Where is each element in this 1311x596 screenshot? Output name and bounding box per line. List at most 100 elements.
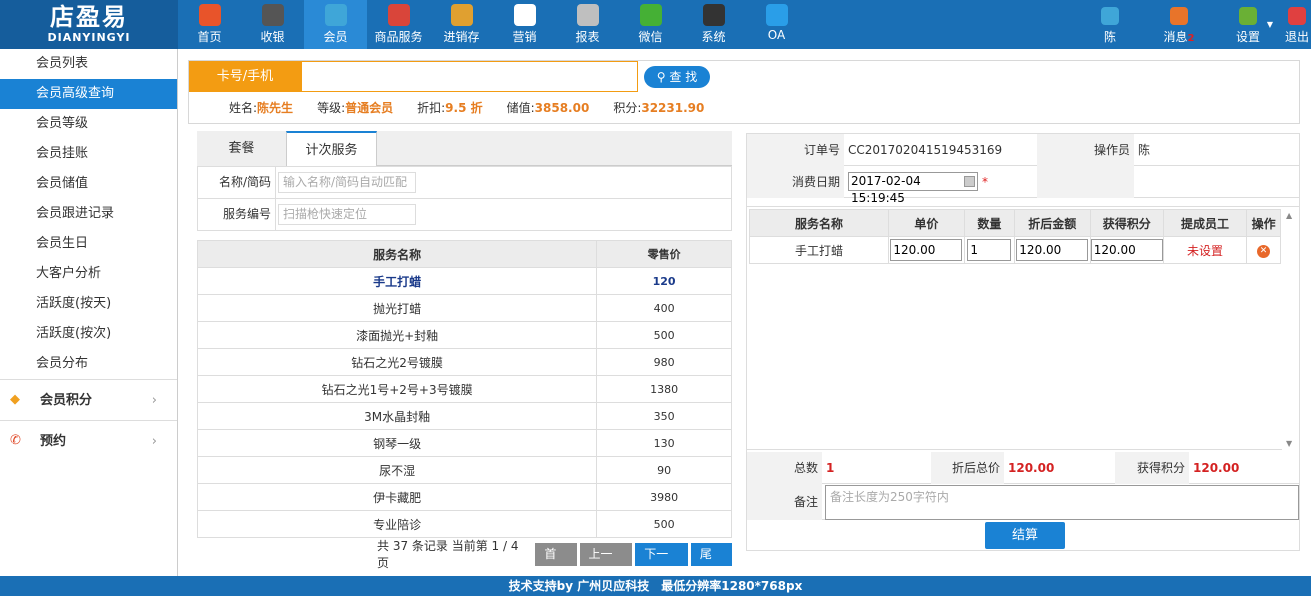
next-page-button[interactable]: 下一页 bbox=[635, 542, 688, 584]
sidebar: 会员列表 会员高级查询 会员等级 会员挂账 会员储值 会员跟进记录 会员生日 大客户分析 活跃度… bbox=[0, 49, 178, 576]
sidebar-item[interactable]: 活跃度(按次) bbox=[0, 319, 177, 349]
sidebar-item[interactable]: 会员等级 bbox=[0, 109, 177, 139]
staff-select[interactable]: 未设置 bbox=[1187, 244, 1223, 258]
logo[interactable]: 店盈易 DIANYINGYI bbox=[0, 0, 178, 49]
nav-item-inventory[interactable]: 进销存 bbox=[430, 0, 493, 49]
nav-item-goods[interactable]: 商品服务 bbox=[367, 0, 430, 49]
column-header: 数量 bbox=[963, 209, 1015, 237]
quantity-input[interactable]: 1 bbox=[967, 239, 1012, 261]
code-filter-input[interactable]: 扫描枪快速定位 bbox=[278, 204, 416, 225]
column-header: 零售价 bbox=[596, 240, 732, 268]
service-price-cell: 1380 bbox=[596, 375, 732, 403]
scroll-down-icon[interactable]: ▼ bbox=[1286, 439, 1292, 448]
sidebar-item[interactable]: 会员储值 bbox=[0, 169, 177, 199]
order-totals: 总数 1 折后总价 120.00 获得积分 120.00 bbox=[747, 452, 1299, 484]
after-total-label: 折后总价 bbox=[931, 452, 1004, 484]
checkout-button[interactable]: 结算 bbox=[985, 522, 1065, 549]
nav-item-member[interactable]: 会员 bbox=[304, 0, 367, 49]
user-menu[interactable]: 陈 bbox=[1099, 0, 1121, 49]
sidebar-group-label: 会员积分 bbox=[40, 393, 93, 408]
chevron-right-icon: › bbox=[151, 434, 157, 449]
service-price-cell: 3980 bbox=[596, 483, 732, 511]
last-page-button[interactable]: 尾页 bbox=[690, 542, 733, 584]
service-name-cell: 钻石之光2号镀膜 bbox=[196, 348, 598, 376]
scrollbar[interactable]: ▲ ▼ bbox=[1282, 207, 1299, 451]
date-input[interactable]: 2017-02-04 15:19:45 bbox=[848, 172, 978, 205]
pager-summary: 共 37 条记录 当前第 1 / 4 页 bbox=[377, 539, 519, 570]
column-header: 服务名称 bbox=[749, 209, 889, 237]
nav-item-home[interactable]: 首页 bbox=[178, 0, 241, 49]
search-button-label: 查 找 bbox=[669, 70, 698, 84]
card-number-input[interactable] bbox=[301, 61, 638, 92]
operator-label: 操作员 bbox=[1037, 134, 1134, 166]
table-row[interactable]: 专业陪诊 500 bbox=[196, 510, 732, 538]
calendar-icon[interactable] bbox=[964, 176, 975, 187]
nav-item-marketing[interactable]: 营销 bbox=[493, 0, 556, 49]
scroll-up-icon[interactable]: ▲ bbox=[1286, 211, 1292, 220]
sidebar-group-appointment[interactable]: ✆ 预约 › bbox=[0, 420, 177, 461]
prev-page-button[interactable]: 上一页 bbox=[579, 542, 633, 584]
column-header: 提成员工 bbox=[1162, 209, 1248, 237]
service-filter: 名称/简码 输入名称/简码自动匹配 服务编号 扫描枪快速定位 bbox=[197, 166, 732, 231]
remark-input[interactable]: 备注长度为250字符内 bbox=[825, 485, 1299, 520]
sidebar-item[interactable]: 活跃度(按天) bbox=[0, 289, 177, 319]
member-balance: 储值:3858.00 bbox=[506, 101, 590, 115]
report-icon bbox=[576, 4, 599, 26]
sidebar-item[interactable]: 会员跟进记录 bbox=[0, 199, 177, 229]
sidebar-item[interactable]: 会员列表 bbox=[0, 49, 177, 79]
table-row[interactable]: 尿不湿 90 bbox=[196, 456, 732, 484]
nav-item-report[interactable]: 报表 bbox=[556, 0, 619, 49]
nav-item-oa[interactable]: OA bbox=[745, 0, 808, 49]
table-row[interactable]: 伊卡藏肥 3980 bbox=[196, 483, 732, 511]
delete-icon[interactable]: ✕ bbox=[1257, 245, 1271, 258]
amount-input[interactable]: 120.00 bbox=[1016, 239, 1089, 261]
nav-item-wechat[interactable]: 微信 bbox=[619, 0, 682, 49]
service-table: 服务名称 零售价 手工打蜡 120 抛光打蜡 400 漆面抛光+封釉 500 钻石之光2号镀… bbox=[196, 240, 732, 538]
messages-button[interactable]: 消息2 bbox=[1161, 0, 1197, 49]
messages-label: 消息 bbox=[1163, 30, 1188, 44]
sidebar-item[interactable]: 会员生日 bbox=[0, 229, 177, 259]
sidebar-item[interactable]: 会员挂账 bbox=[0, 139, 177, 169]
sidebar-item[interactable]: 会员分布 bbox=[0, 349, 177, 379]
table-row[interactable]: 钻石之光2号镀膜 980 bbox=[196, 348, 732, 376]
table-row[interactable]: 漆面抛光+封釉 500 bbox=[196, 321, 732, 349]
service-name-cell: 3M水晶封釉 bbox=[196, 402, 598, 430]
service-name-cell: 漆面抛光+封釉 bbox=[196, 321, 598, 349]
member-info: 姓名:陈先生 等级:普通会员 折扣:9.5 折 储值:3858.00 积分:32… bbox=[229, 99, 704, 117]
user-name: 陈 bbox=[1103, 30, 1116, 44]
price-input[interactable]: 120.00 bbox=[890, 239, 963, 261]
name-filter-input[interactable]: 输入名称/简码自动匹配 bbox=[278, 172, 416, 193]
table-row[interactable]: 3M水晶封釉 350 bbox=[196, 402, 732, 430]
service-price-cell: 130 bbox=[596, 429, 732, 457]
item-points-cell: 120.00 bbox=[1089, 236, 1164, 264]
table-row[interactable]: 手工打蜡 120 bbox=[196, 267, 732, 295]
nav-item-cash-register[interactable]: 收银 bbox=[241, 0, 304, 49]
service-price-cell: 500 bbox=[596, 510, 732, 538]
points-input[interactable]: 120.00 bbox=[1090, 239, 1163, 261]
nav-item-label: 商品服务 bbox=[374, 30, 423, 44]
nav-item-label: OA bbox=[767, 28, 786, 42]
item-price-cell: 120.00 bbox=[887, 236, 965, 264]
logo-subtext: DIANYINGYI bbox=[47, 31, 131, 44]
settings-button[interactable]: 设置 ▼ bbox=[1231, 0, 1273, 49]
sidebar-group-member-points[interactable]: ◆ 会员积分 › bbox=[0, 379, 177, 420]
service-price-cell: 350 bbox=[596, 402, 732, 430]
table-row[interactable]: 钻石之光1号+2号+3号镀膜 1380 bbox=[196, 375, 732, 403]
tab-package[interactable]: 套餐 bbox=[197, 131, 286, 166]
required-mark: * bbox=[982, 175, 988, 189]
card-label: 卡号/手机 bbox=[189, 61, 301, 92]
count-label: 总数 bbox=[747, 452, 822, 484]
sidebar-item[interactable]: 会员高级查询 bbox=[0, 79, 177, 109]
sidebar-item[interactable]: 大客户分析 bbox=[0, 259, 177, 289]
search-button[interactable]: ⚲ 查 找 bbox=[644, 66, 710, 88]
tab-count-service[interactable]: 计次服务 bbox=[286, 131, 377, 167]
service-name-cell: 手工打蜡 bbox=[196, 267, 598, 295]
nav-item-system[interactable]: 系统 bbox=[682, 0, 745, 49]
first-page-button[interactable]: 首页 bbox=[535, 542, 577, 584]
sidebar-group-label: 预约 bbox=[40, 434, 67, 449]
points-value: 120.00 bbox=[1193, 461, 1240, 475]
table-row[interactable]: 抛光打蜡 400 bbox=[196, 294, 732, 322]
chevron-down-icon: ▼ bbox=[1266, 20, 1273, 29]
table-row[interactable]: 钢琴一级 130 bbox=[196, 429, 732, 457]
logout-button[interactable]: 退出 bbox=[1283, 0, 1311, 49]
